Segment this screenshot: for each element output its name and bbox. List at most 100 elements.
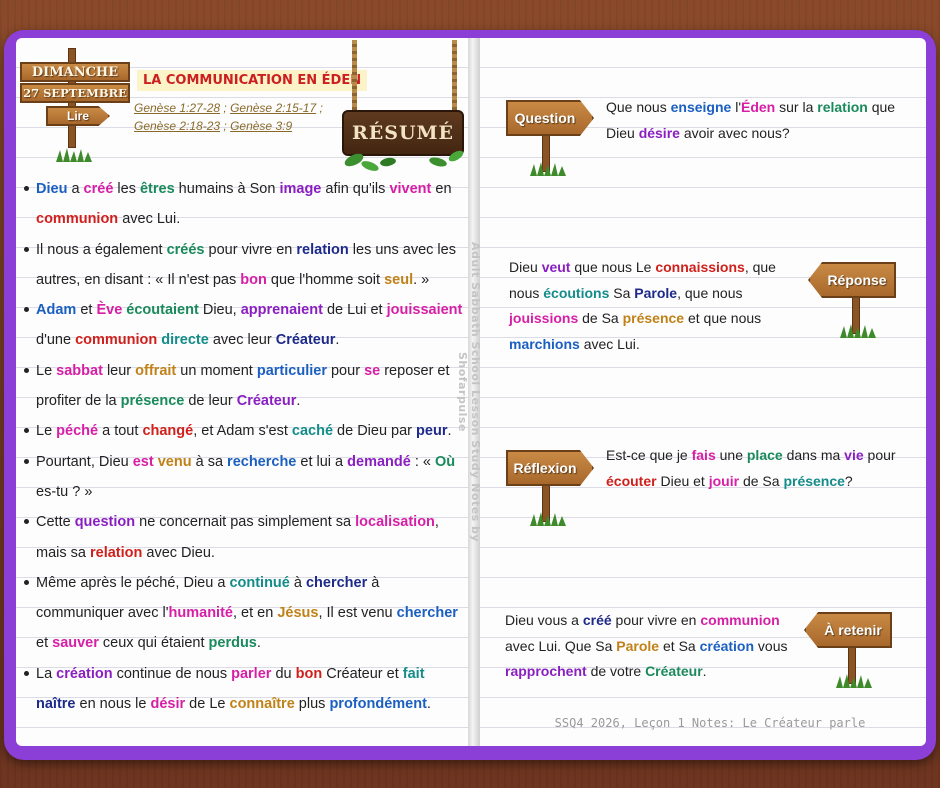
reflection-sign-label: Réflexion (506, 450, 594, 486)
date-label: 27 SEPTEMBRE (20, 83, 130, 103)
remember-sign: À retenir (804, 612, 894, 688)
reflection-sign: Réflexion (506, 450, 596, 526)
text-run: Dieu et (656, 472, 709, 489)
keyword: créé (582, 612, 612, 628)
reference-link[interactable]: Genèse 3:9 (230, 119, 292, 133)
text-run: à sa (191, 453, 228, 470)
text-run: , Il est venu (318, 605, 397, 622)
scripture-references: Genèse 1:27-28 ; Genèse 2:15-17 ; Genèse… (134, 101, 323, 133)
text-run: . (335, 332, 340, 349)
answer-text: Dieu veut que nous Le connaissions , que … (509, 255, 799, 357)
text-run: plus (294, 696, 330, 713)
keyword: présence (783, 472, 845, 489)
keyword: Jésus (277, 605, 319, 622)
keyword: vie (844, 447, 864, 463)
keyword: directe (161, 332, 209, 349)
keyword: question (74, 514, 136, 531)
keyword: particulier (256, 362, 327, 379)
keyword: perdus (208, 635, 257, 652)
keyword: écoutaient (126, 302, 199, 319)
reference-link[interactable]: Genèse 1:27-28 (134, 101, 220, 115)
reference-link[interactable]: Genèse 2:18-23 (134, 119, 220, 133)
text-run: et (36, 635, 53, 652)
keyword: localisation (355, 514, 435, 531)
text-run: Dieu (509, 259, 542, 275)
keyword: sauver (52, 635, 99, 652)
keyword: rapprochent (505, 663, 587, 679)
text-run: Créateur et (322, 665, 403, 682)
text-run: Dieu vous a (505, 612, 583, 628)
text-run: Que nous (606, 99, 671, 115)
keyword: demandé (347, 453, 411, 470)
text-run: et Sa (659, 637, 700, 654)
text-run: de Sa (739, 472, 784, 489)
grass-icon (838, 322, 878, 338)
text-run: avec Dieu. (142, 544, 215, 561)
text-run: d'une (36, 332, 76, 349)
keyword: marchions (509, 335, 580, 352)
keyword: êtres (139, 181, 175, 197)
text-run: pour (863, 447, 896, 463)
text-run: de Le (185, 696, 230, 713)
text-run: es-tu ? » (36, 483, 93, 500)
text-run: avec leur (208, 332, 276, 349)
keyword: veut (541, 259, 571, 275)
keyword: création (699, 637, 755, 654)
keyword: Éden (741, 99, 776, 115)
keyword: caché (291, 423, 334, 440)
question-sign: Question (506, 100, 596, 176)
text-run: ? (844, 472, 853, 489)
text-run: que l'homme soit (266, 271, 385, 288)
text-run: continue de nous (112, 665, 232, 682)
text-run: de Lui et (322, 302, 387, 319)
keyword: place (746, 447, 783, 463)
remember-sign-label: À retenir (804, 612, 892, 648)
keyword: communion (700, 612, 780, 628)
text-run: de Sa (578, 310, 623, 326)
keyword: Parole (616, 637, 660, 654)
text-run: Est-ce que je (606, 447, 692, 463)
text-run: . (426, 696, 431, 713)
text-run: et lui a (296, 453, 348, 470)
keyword: bon (295, 665, 323, 682)
keyword: jouir (708, 472, 740, 489)
text-run: ne concernait pas simplement sa (135, 514, 356, 531)
footer-note: SSQ4 2026, Leçon 1 Notes: Le Créateur pa… (554, 716, 866, 730)
keyword: profondément (329, 696, 427, 713)
keyword: naître (36, 696, 76, 713)
read-arrow-sign[interactable]: Lire (46, 106, 110, 126)
reflection-text: Est-ce que je fais une place dans ma vie… (606, 443, 912, 494)
summary-bullet-list: Dieu a créé les êtres humains à Son imag… (24, 174, 464, 719)
keyword: offrait (135, 362, 177, 379)
text-run: Dieu, (198, 302, 241, 319)
keyword: image (279, 181, 322, 197)
text-run: a tout (98, 423, 143, 440)
grass-icon (54, 146, 94, 162)
lesson-title: LA COMMUNICATION EN ÉDEN (137, 70, 368, 91)
text-run: . » (413, 271, 430, 288)
keyword: parler (231, 665, 272, 682)
summary-bullet: Pourtant, Dieu est venu à sa recherche e… (24, 447, 464, 508)
text-run: en nous le (75, 696, 151, 713)
keyword: peur (416, 423, 448, 440)
text-run: . (296, 393, 301, 410)
reference-link[interactable]: Genèse 2:15-17 (230, 101, 316, 115)
keyword: créés (166, 241, 205, 258)
text-run: vous (754, 637, 788, 654)
keyword: communion (36, 211, 119, 228)
remember-text: Dieu vous a créé pour vivre en communion… (505, 608, 801, 685)
keyword: écoutions (543, 284, 610, 301)
text-run: les (113, 181, 140, 197)
text-run: . (256, 635, 261, 652)
text-run: avec Lui. (118, 211, 181, 228)
summary-bullet: Dieu a créé les êtres humains à Son imag… (24, 174, 464, 235)
keyword: présence (120, 393, 185, 410)
keyword: relation (296, 241, 349, 258)
leaves-icon (340, 144, 468, 174)
keyword: seul (384, 271, 414, 288)
keyword: péché (56, 423, 99, 440)
summary-bullet: Le sabbat leur offrait un moment particu… (24, 356, 464, 417)
keyword: apprenaient (240, 302, 323, 319)
text-run: avoir avec nous? (679, 124, 790, 141)
keyword: jouissions (509, 310, 579, 326)
